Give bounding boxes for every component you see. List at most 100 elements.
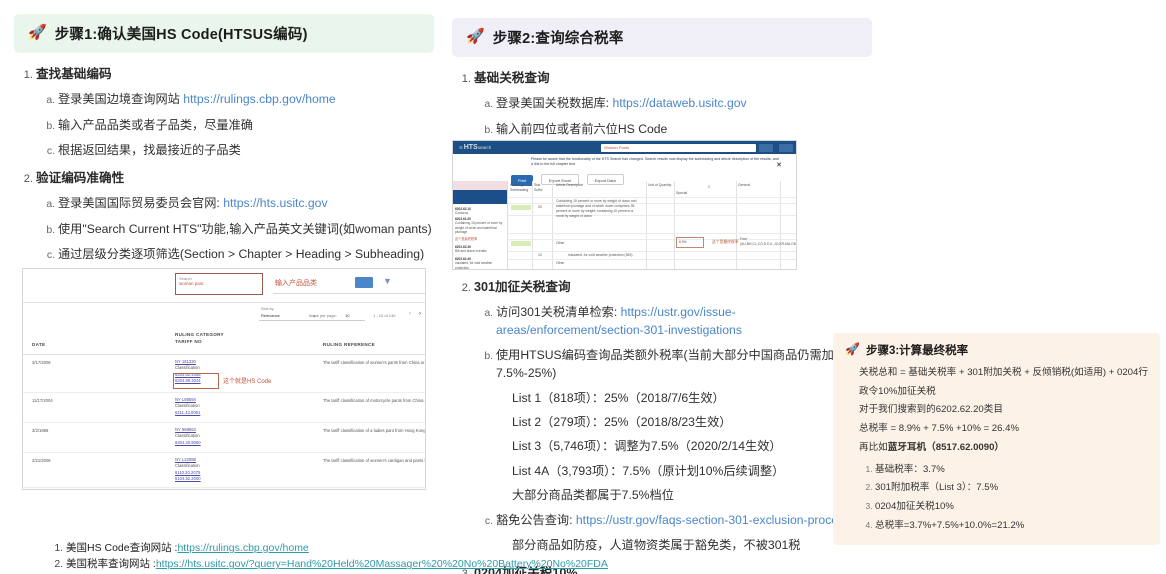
list-item[interactable]: 6202.62.10Corduroy bbox=[455, 207, 505, 216]
ustr-exclusion-link[interactable]: https://ustr.gov/faqs-section-301-exclus… bbox=[576, 513, 850, 527]
sub-text: 登录美国国际贸易委员会官网: bbox=[58, 196, 223, 210]
col-ruling-reference: RULING REFERENCE bbox=[323, 342, 375, 347]
heading-chip bbox=[511, 241, 531, 246]
step2-continued: 301加征关税查询 访问301关税清单检索: https://ustr.gov/… bbox=[452, 278, 872, 574]
col-ruling-category: RULING CATEGORY TARIFF NO bbox=[175, 332, 235, 346]
list-item: 验证编码准确性 登录美国国际贸易委员会官网: https://hts.usitc… bbox=[36, 169, 434, 264]
ruling-class: Classification bbox=[175, 403, 200, 408]
cbp-table-header: DATE RULING CATEGORY TARIFF NO RULING RE… bbox=[23, 329, 425, 355]
step3-example-product: 蓝牙耳机（8517.62.0090） bbox=[888, 442, 1004, 453]
sub-text: 输入前四位或者前六位HS Code bbox=[496, 122, 667, 136]
sort-value[interactable]: Relevance bbox=[261, 313, 280, 318]
special-rate-value: Free (AU,BH,CL,CO,D,E,IL,JO,KR,MA,OM,P,P… bbox=[740, 237, 778, 247]
step1-item1-sublist: 登录美国边境查询网站 https://rulings.cbp.gov/home … bbox=[36, 91, 434, 160]
cbp-search-button[interactable] bbox=[355, 277, 373, 288]
step2-item2-sublist: 访问301关税清单检索: https://ustr.gov/issue-area… bbox=[474, 304, 872, 554]
hts-search-value: Woman Pants bbox=[601, 144, 756, 150]
table-row[interactable]: 3/17/2006 NY 181320 Classification 6204.… bbox=[23, 355, 425, 393]
table-row[interactable]: 2/21/2006 NY L22088 Classification 6110.… bbox=[23, 453, 425, 488]
next-page-icon[interactable]: › bbox=[419, 311, 421, 317]
ruling-class: Classification bbox=[175, 463, 200, 468]
list-item[interactable]: 6202.62.20Containing 15 percent or more … bbox=[455, 217, 505, 235]
article-description-value: Insulated, for cold weather protection (… bbox=[568, 253, 632, 258]
footer-link-hts[interactable]: https://hts.usitc.gov/?query=Hand%20Held… bbox=[156, 558, 608, 570]
list-item: 访问301关税清单检索: https://ustr.gov/issue-area… bbox=[496, 304, 872, 339]
cbp-search-field[interactable]: Search woman pant bbox=[175, 273, 263, 295]
hts-logo: ☰ HTSsearch bbox=[459, 144, 491, 151]
row-date: 3/2/1988 bbox=[32, 428, 48, 433]
sub-text: 使用"Search Current HTS"功能,输入产品英文关键词(如woma… bbox=[58, 222, 432, 236]
dataweb-link[interactable]: https://dataweb.usitc.gov bbox=[612, 96, 746, 110]
rocket-icon: 🚀 bbox=[28, 25, 47, 40]
tariff-code-link[interactable]: 6404.20.9060 bbox=[175, 440, 201, 446]
hts-sidebar-active-item[interactable] bbox=[453, 190, 507, 204]
col-rate-2: 2 bbox=[708, 185, 710, 190]
list-item: 登录美国边境查询网站 https://rulings.cbp.gov/home bbox=[58, 91, 434, 109]
step3-panel: 🚀 步骤3:计算最终税率 关税总和 = 基础关税率 + 301附加关税 + 反倾… bbox=[833, 333, 1160, 545]
step2-item1-label: 基础关税查询 bbox=[474, 71, 550, 85]
list-item[interactable]: 6202.62.30Bib and brace overalls bbox=[455, 245, 505, 254]
tariff-code-link[interactable]: 6110.20.2075 bbox=[175, 470, 201, 476]
footer-links: 美国HS Code查询网站 :https://rulings.cbp.gov/h… bbox=[50, 540, 750, 573]
cbp-rulings-link[interactable]: https://rulings.cbp.gov/home bbox=[183, 92, 335, 106]
hts-logo-sub: search bbox=[478, 145, 492, 150]
list-item: 使用HTSUS编码查询品类额外税率(当前大部分中国商品仍需加征7.5%-25%)… bbox=[496, 347, 872, 504]
step3-example-prefix: 再比如 bbox=[859, 442, 888, 453]
hts-usitc-link[interactable]: https://hts.usitc.gov bbox=[223, 196, 327, 210]
tariff-code-link[interactable]: 6104.52.2000 bbox=[175, 476, 201, 482]
list-item: 0204加征关税10% bbox=[875, 498, 1148, 517]
step1-item1-label: 查找基础编码 bbox=[36, 67, 112, 81]
hts-sidebar-selected-row[interactable] bbox=[453, 181, 507, 190]
list-item: 输入产品品类或者子品类，尽量准确 bbox=[58, 117, 434, 135]
step3-example-line: 再比如蓝牙耳机（8517.62.0090） bbox=[845, 439, 1148, 458]
footer-link-cbp[interactable]: https://rulings.cbp.gov/home bbox=[177, 542, 308, 554]
step1-list: 查找基础编码 登录美国边境查询网站 https://rulings.cbp.go… bbox=[14, 65, 434, 264]
table-row[interactable]: 3/2/1988 NY 568653 Classification 6404.2… bbox=[23, 423, 425, 453]
rocket-icon: 🚀 bbox=[466, 29, 485, 44]
step3-breakdown-list: 基础税率：3.7% 301附加税率（List 3）：7.5% 0204加征关税1… bbox=[845, 461, 1148, 536]
list-line-2: List 2（279项）：25%（2018/8/23生效） bbox=[512, 413, 872, 431]
prev-page-icon[interactable]: ‹ bbox=[409, 311, 411, 317]
list-item: 基础税率：3.7% bbox=[875, 461, 1148, 480]
table-row[interactable]: 12/9/2009 NY N086731 Classification 6204… bbox=[23, 488, 425, 490]
row-date: 11/17/2004 bbox=[32, 398, 53, 403]
perpage-value[interactable]: 10 bbox=[345, 313, 349, 318]
tariff-code-link[interactable]: 6211.43.0091 bbox=[175, 410, 200, 416]
close-icon[interactable]: ✕ bbox=[776, 161, 782, 169]
sub-text: 输入产品品类或者子品类，尽量准确 bbox=[58, 118, 253, 132]
sub-text: 通过层级分类逐项筛选(Section > Chapter > Heading >… bbox=[58, 247, 424, 261]
step1-header: 🚀 步骤1:确认美国HS Code(HTSUS编码) bbox=[14, 14, 434, 53]
list-item: 登录美国国际贸易委员会官网: https://hts.usitc.gov bbox=[58, 195, 434, 213]
hts-usitc-screenshot[interactable]: ☰ HTSsearch Woman Pants Please be aware … bbox=[452, 140, 797, 270]
row-ruling[interactable]: NY L22088 Classification 6110.20.2075 61… bbox=[175, 457, 201, 482]
list-item: 使用"Search Current HTS"功能,输入产品英文关键词(如woma… bbox=[58, 221, 434, 239]
result-range: 1 - 10 of 130 bbox=[373, 313, 395, 318]
hts-search-button[interactable] bbox=[759, 144, 773, 152]
row-ruling[interactable]: NY 568653 Classification 6404.20.9060 bbox=[175, 427, 201, 446]
filter-icon[interactable]: ▼ bbox=[383, 276, 392, 286]
hts-logo-text: HTS bbox=[464, 144, 478, 151]
cbp-search-label: Search bbox=[176, 274, 262, 281]
hts-help-button[interactable] bbox=[779, 144, 793, 152]
step3-context: 对于我们搜索到的6202.62.20类目 bbox=[845, 401, 1148, 420]
list-item[interactable]: 6202.62.40Insulated, for cold weather pr… bbox=[455, 257, 505, 270]
hts-sidebar: 6202.62.10Corduroy 6202.62.20Containing … bbox=[453, 181, 508, 269]
row-reference: The tariff classification of motorcycle … bbox=[323, 398, 426, 404]
col-general: General bbox=[738, 183, 750, 188]
ruling-class: Classification bbox=[175, 433, 200, 438]
list-item: 301加征关税查询 访问301关税清单检索: https://ustr.gov/… bbox=[474, 278, 872, 554]
sub-text: 登录美国边境查询网站 bbox=[58, 92, 183, 106]
hts-search-input[interactable]: Woman Pants bbox=[601, 144, 756, 152]
general-rate-value: 8.9% bbox=[679, 240, 687, 245]
hts-top-bar: ☰ HTSsearch Woman Pants bbox=[453, 141, 796, 154]
cbp-rulings-screenshot[interactable]: Search woman pant 输入产品品类 ▼ Sort by Relev… bbox=[22, 268, 426, 490]
table-row[interactable]: 11/17/2004 NY L88594 Classification 6211… bbox=[23, 393, 425, 423]
list-item: 登录美国关税数据库: https://dataweb.usitc.gov bbox=[496, 95, 872, 113]
list-item: 根据返回结果，找最接近的子品类 bbox=[58, 142, 434, 160]
article-description-value: Other bbox=[556, 261, 564, 266]
slide-canvas: 🚀 步骤1:确认美国HS Code(HTSUS编码) 查找基础编码 登录美国边境… bbox=[0, 0, 1166, 574]
row-ruling[interactable]: NY L88594 Classification 6211.43.0091 bbox=[175, 397, 200, 416]
sub-text: 访问301关税清单检索: bbox=[496, 305, 621, 319]
list-item: 美国HS Code查询网站 :https://rulings.cbp.gov/h… bbox=[66, 540, 750, 556]
sub-text: 使用HTSUS编码查询品类额外税率(当前大部分中国商品仍需加征7.5%-25%) bbox=[496, 348, 846, 380]
